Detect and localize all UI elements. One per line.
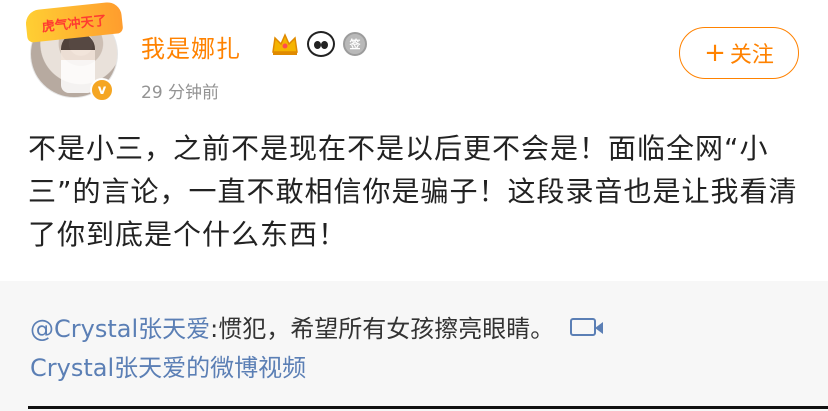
avatar-figure: [61, 33, 95, 93]
crown-icon[interactable]: [271, 31, 299, 57]
follow-button[interactable]: + 关注: [679, 27, 799, 79]
panda-icon[interactable]: [307, 31, 335, 57]
repost-line: @Crystal张天爱 :惯犯，希望所有女孩擦亮眼睛。: [30, 309, 604, 344]
repost-block[interactable]: @Crystal张天爱 :惯犯，希望所有女孩擦亮眼睛。 Crystal张天爱的微…: [0, 281, 828, 411]
video-camera-icon[interactable]: [570, 317, 604, 336]
weibo-post: 虎气冲天了 v 我是娜扎 签 29 分钟前 + 关注 不是小三，之前不是现在不是…: [0, 0, 828, 411]
plus-icon: +: [704, 38, 726, 68]
post-timestamp: 29 分钟前: [141, 83, 220, 103]
divider: [28, 406, 828, 409]
user-badges: 签: [271, 29, 367, 59]
medal-icon[interactable]: 签: [343, 32, 367, 56]
username[interactable]: 我是娜扎: [141, 29, 241, 64]
verified-badge-icon: v: [90, 78, 114, 102]
follow-label: 关注: [729, 43, 774, 68]
video-link[interactable]: Crystal张天爱的微博视频: [30, 348, 306, 383]
repost-text: :惯犯，希望所有女孩擦亮眼睛。: [210, 315, 555, 343]
post-content: 不是小三，之前不是现在不是以后更不会是！面临全网“小三”的言论，一直不敢相信你是…: [28, 132, 798, 251]
mention-link[interactable]: @Crystal张天爱: [30, 309, 210, 344]
avatar[interactable]: 虎气冲天了 v: [24, 1, 124, 102]
